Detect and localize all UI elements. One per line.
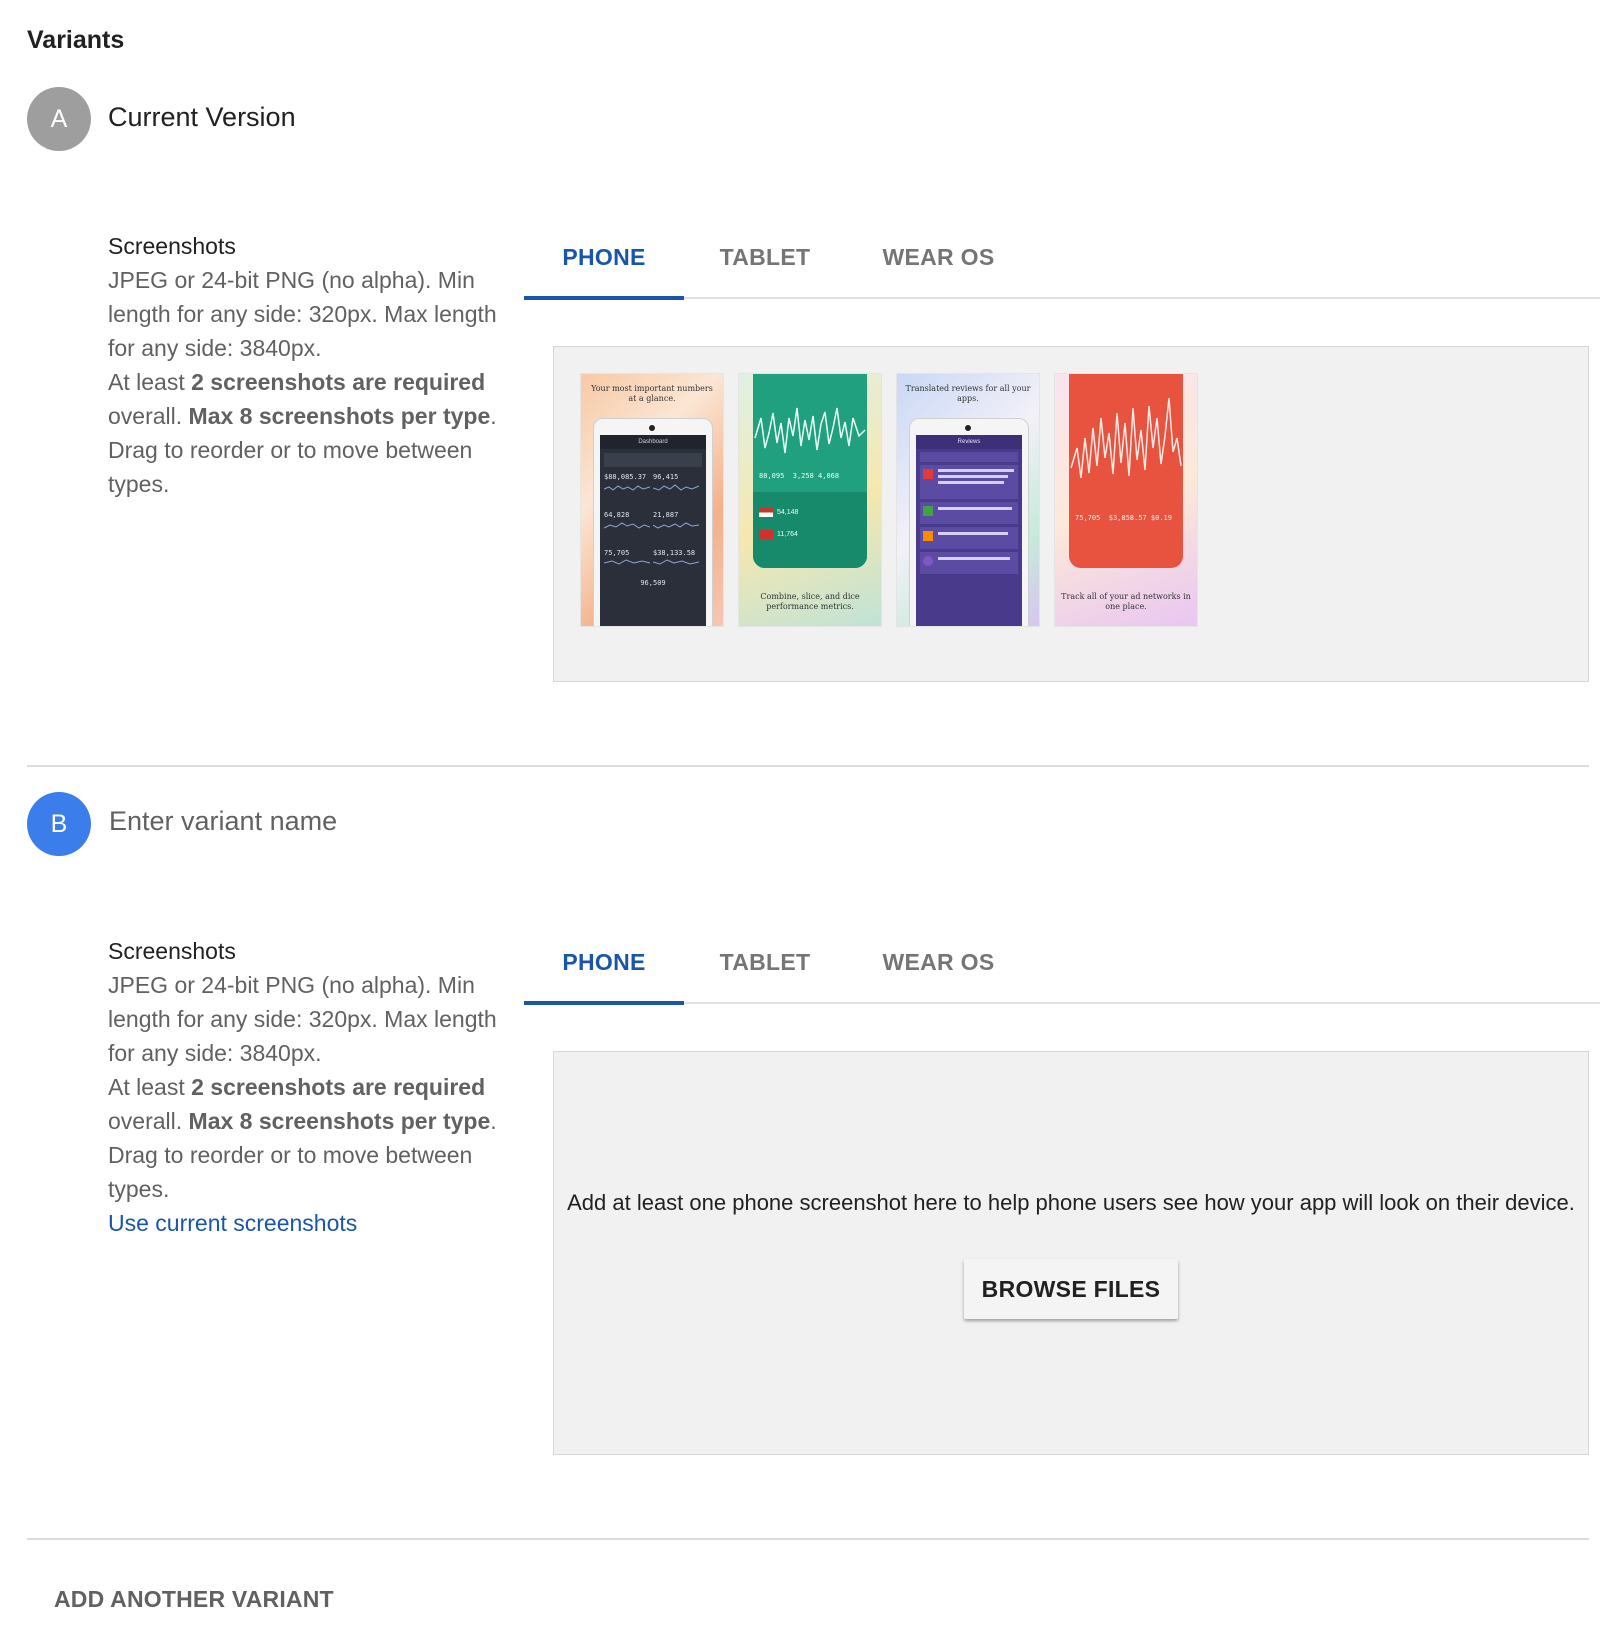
screenshot-thumbnail-2[interactable]: 88,095 3,258 4,068 54,148 11,764 Combine… [739,374,881,626]
variant-name-input[interactable] [109,806,609,837]
screenshots-requirements: JPEG or 24-bit PNG (no alpha). Min lengt… [108,968,528,1206]
phone-screen-title: Reviews [916,435,1022,449]
phone-frame: 88,095 3,258 4,068 54,148 11,764 [753,374,867,568]
tab-wear-os-label: WEAR OS [882,243,995,270]
count-requirement-bold: 2 screenshots are required [191,369,486,395]
variant-b-upload-panel[interactable]: Add at least one phone screenshot here t… [553,1051,1589,1455]
max-requirement-bold: Max 8 screenshots per type [188,403,491,429]
stat-value: $38,133.58 [653,549,696,557]
stat-value: $88,085.37 [604,473,647,481]
screenshots-title: Screenshots [108,938,236,964]
max-requirement-bold: Max 8 screenshots per type [188,1108,491,1134]
count-requirement-suffix: . [490,403,497,429]
screenshots-requirements: JPEG or 24-bit PNG (no alpha). Min lengt… [108,263,528,501]
thumbnail-caption: Combine, slice, and dice performance met… [760,592,860,611]
active-tab-indicator [524,1001,684,1005]
screenshot-thumbnail-1[interactable]: Your most important numbers at a glance.… [581,374,723,626]
screenshot-thumbnail-3[interactable]: Translated reviews for all your apps. Re… [897,374,1039,626]
stat-value: 4,068 [818,472,840,480]
variant-a-screenshot-panel: Your most important numbers at a glance.… [553,346,1589,682]
stat-value: 96,415 [653,473,679,481]
reorder-hint: Drag to reorder or to move between types… [108,1142,473,1202]
tab-tablet[interactable]: TABLET [684,920,846,1004]
thumbnail-caption: Translated reviews for all your apps. [905,384,1031,403]
variant-a-device-tabs: PHONE TABLET WEAR OS [524,215,1600,300]
variant-divider [27,765,1589,767]
variant-a-name: Current Version [108,102,296,132]
stat-value: 64,828 [604,511,630,519]
count-requirement-prefix: At least [108,369,192,395]
format-requirements: JPEG or 24-bit PNG (no alpha). Min lengt… [108,972,497,1066]
active-tab-indicator [524,296,684,300]
count-requirement-suffix: . [490,1108,497,1134]
variant-divider [27,1538,1589,1540]
use-current-screenshots-link[interactable]: Use current screenshots [108,1206,357,1240]
tab-wear-os[interactable]: WEAR OS [846,920,1031,1004]
screenshot-thumbnail-4[interactable]: 75,705 $3,858.57 $0.19 Track all of your… [1055,374,1197,626]
tab-wear-os[interactable]: WEAR OS [846,215,1031,299]
variants-page: Variants A Current Version Screenshots J… [0,0,1600,1649]
stat-value: 11,764 [777,530,798,538]
count-requirement-mid: overall. [108,1108,189,1134]
thumbnail-caption: Your most important numbers at a glance. [591,384,713,403]
phone-frame: Reviews [909,418,1029,626]
tab-tablet[interactable]: TABLET [684,215,846,299]
phone-frame: Dashboard $88,085.37 96,415 64,828 21,88… [593,418,713,626]
line-chart [1070,397,1182,479]
stat-value: $3,858.57 [1108,514,1147,522]
variant-b-device-tabs: PHONE TABLET WEAR OS [524,920,1600,1005]
phone-screen-title: Dashboard [600,435,706,449]
tab-tablet-label: TABLET [719,948,811,975]
variant-a-screenshot-info: Screenshots JPEG or 24-bit PNG (no alpha… [108,229,528,501]
phone-frame: 75,705 $3,858.57 $0.19 [1069,374,1183,568]
add-another-variant-button[interactable]: ADD ANOTHER VARIANT [54,1586,334,1613]
stat-value: 3,258 [792,472,814,480]
tab-phone-label: PHONE [562,948,646,975]
tab-wear-os-label: WEAR OS [882,948,995,975]
count-requirement-bold: 2 screenshots are required [191,1074,486,1100]
format-requirements: JPEG or 24-bit PNG (no alpha). Min lengt… [108,267,497,361]
reorder-hint: Drag to reorder or to move between types… [108,437,473,497]
variant-a-badge: A [27,87,91,151]
thumbnail-caption: Track all of your ad networks in one pla… [1061,592,1191,611]
stat-value: $0.19 [1150,514,1172,522]
stat-value: 75,705 [604,549,630,557]
stat-value: 96,509 [640,579,666,587]
screenshots-title: Screenshots [108,233,236,259]
variant-b-screenshot-info: Screenshots JPEG or 24-bit PNG (no alpha… [108,934,528,1240]
empty-state-message: Add at least one phone screenshot here t… [567,1190,1575,1215]
stat-value: 21,887 [653,511,679,519]
tab-phone[interactable]: PHONE [524,920,684,1005]
browse-files-button[interactable]: BROWSE FILES [964,1259,1178,1319]
tab-tablet-label: TABLET [719,243,811,270]
section-title: Variants [27,26,125,54]
tab-phone[interactable]: PHONE [524,215,684,300]
count-requirement-mid: overall. [108,403,189,429]
stat-value: 88,095 [759,472,785,480]
stat-value: 75,705 [1075,514,1101,522]
variant-b-badge: B [27,792,91,856]
tab-phone-label: PHONE [562,243,646,270]
stat-value: 54,148 [777,508,799,516]
count-requirement-prefix: At least [108,1074,192,1100]
